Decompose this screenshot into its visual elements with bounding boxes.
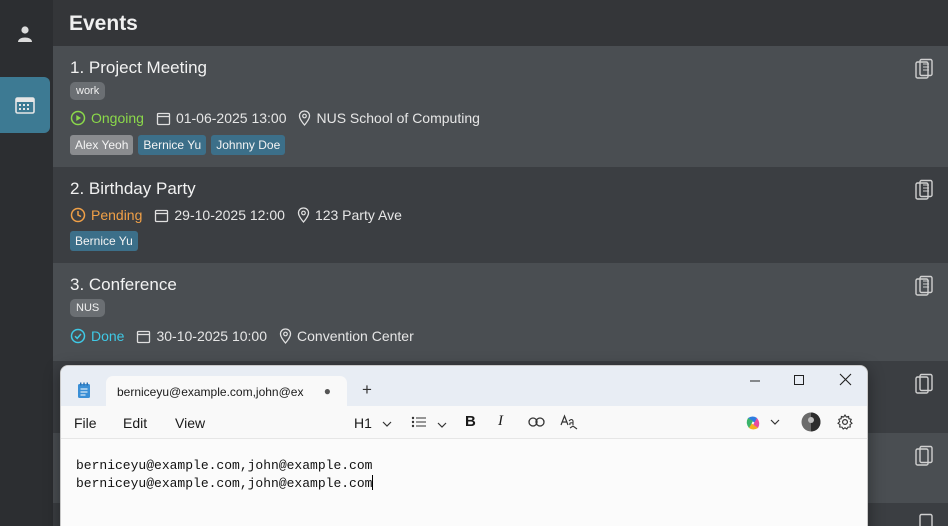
location-pin-icon <box>279 328 292 344</box>
sidebar <box>0 0 53 526</box>
bullet-list-icon <box>411 416 426 428</box>
link-icon[interactable] <box>528 416 545 428</box>
sidebar-item-contacts[interactable] <box>0 6 50 62</box>
chevron-down-icon <box>382 421 392 427</box>
menu-edit[interactable]: Edit <box>123 415 147 431</box>
heading-select[interactable]: H1 <box>354 415 392 431</box>
event-location: Convention Center <box>279 328 414 344</box>
spellcheck-icon[interactable] <box>560 414 578 430</box>
event-status: Ongoing <box>70 110 144 126</box>
check-circle-icon <box>70 328 86 344</box>
person-chip: Johnny Doe <box>211 135 286 155</box>
notepad-toolbar: File Edit View H1 B I <box>61 406 867 439</box>
notepad-titlebar[interactable]: berniceyu@example.com,john@ex ● + <box>61 366 867 406</box>
event-card[interactable]: 3. Conference NUS Done 30-10-2025 10:00 <box>53 263 948 361</box>
location-pin-icon <box>299 110 311 126</box>
event-location: NUS School of Computing <box>298 110 480 126</box>
avatar[interactable] <box>801 412 821 432</box>
person-chip: Bernice Yu <box>70 231 138 251</box>
clock-icon <box>70 207 86 223</box>
copy-icon[interactable] <box>914 179 934 201</box>
event-status: Done <box>70 328 124 344</box>
event-datetime: 01-06-2025 13:00 <box>156 110 286 126</box>
chevron-down-icon <box>437 422 447 428</box>
text-line: berniceyu@example.com,john@example.com <box>76 475 374 491</box>
event-card[interactable]: 1. Project Meeting work Ongoing 01-06-20… <box>53 46 948 167</box>
copy-icon[interactable] <box>914 58 934 80</box>
copy-icon[interactable] <box>914 275 934 297</box>
play-circle-icon <box>70 110 86 126</box>
event-title: 2. Birthday Party <box>70 179 196 198</box>
event-tag: NUS <box>70 299 106 317</box>
sidebar-item-events[interactable] <box>0 77 50 133</box>
new-tab-button[interactable]: + <box>362 380 372 400</box>
event-title: 3. Conference <box>70 275 177 294</box>
event-tag: work <box>70 82 106 100</box>
menu-view[interactable]: View <box>175 415 205 431</box>
text-line: berniceyu@example.com,john@example.com <box>76 458 373 473</box>
event-location: 123 Party Ave <box>297 207 402 223</box>
chevron-down-icon[interactable] <box>770 418 780 426</box>
notepad-app-icon <box>78 382 90 398</box>
minimize-icon[interactable] <box>749 375 761 387</box>
maximize-icon[interactable] <box>793 374 805 386</box>
event-title: 1. Project Meeting <box>70 58 208 77</box>
unsaved-dot-icon[interactable]: ● <box>324 384 331 398</box>
user-icon <box>18 26 32 42</box>
copy-icon[interactable] <box>914 513 934 526</box>
copilot-icon[interactable] <box>745 415 761 431</box>
event-status: Pending <box>70 207 142 223</box>
list-select[interactable] <box>411 415 447 432</box>
notepad-tab[interactable]: berniceyu@example.com,john@ex ● <box>106 376 347 406</box>
menu-file[interactable]: File <box>74 415 97 431</box>
notepad-window: berniceyu@example.com,john@ex ● + File E… <box>60 365 868 526</box>
calendar-icon <box>156 112 171 125</box>
calendar-icon <box>155 209 169 222</box>
event-datetime: 30-10-2025 10:00 <box>136 328 267 344</box>
event-card[interactable]: 2. Birthday Party Pending 29-10-2025 12:… <box>53 167 948 263</box>
calendar-icon <box>137 330 151 343</box>
copy-icon[interactable] <box>914 373 934 395</box>
text-caret <box>372 475 374 490</box>
event-datetime: 29-10-2025 12:00 <box>154 207 285 223</box>
location-pin-icon <box>297 207 310 223</box>
person-chip: Alex Yeoh <box>70 135 134 155</box>
page-title: Events <box>53 0 948 46</box>
bold-icon[interactable]: B <box>465 413 476 430</box>
person-chip: Bernice Yu <box>138 135 207 155</box>
gear-icon[interactable] <box>837 414 853 430</box>
calendar-icon <box>15 97 35 114</box>
close-icon[interactable] <box>839 373 852 386</box>
notepad-editor[interactable]: berniceyu@example.com,john@example.com b… <box>61 439 867 493</box>
copy-icon[interactable] <box>914 445 934 467</box>
italic-icon[interactable]: I <box>498 413 503 430</box>
tab-title: berniceyu@example.com,john@ex <box>117 385 304 399</box>
